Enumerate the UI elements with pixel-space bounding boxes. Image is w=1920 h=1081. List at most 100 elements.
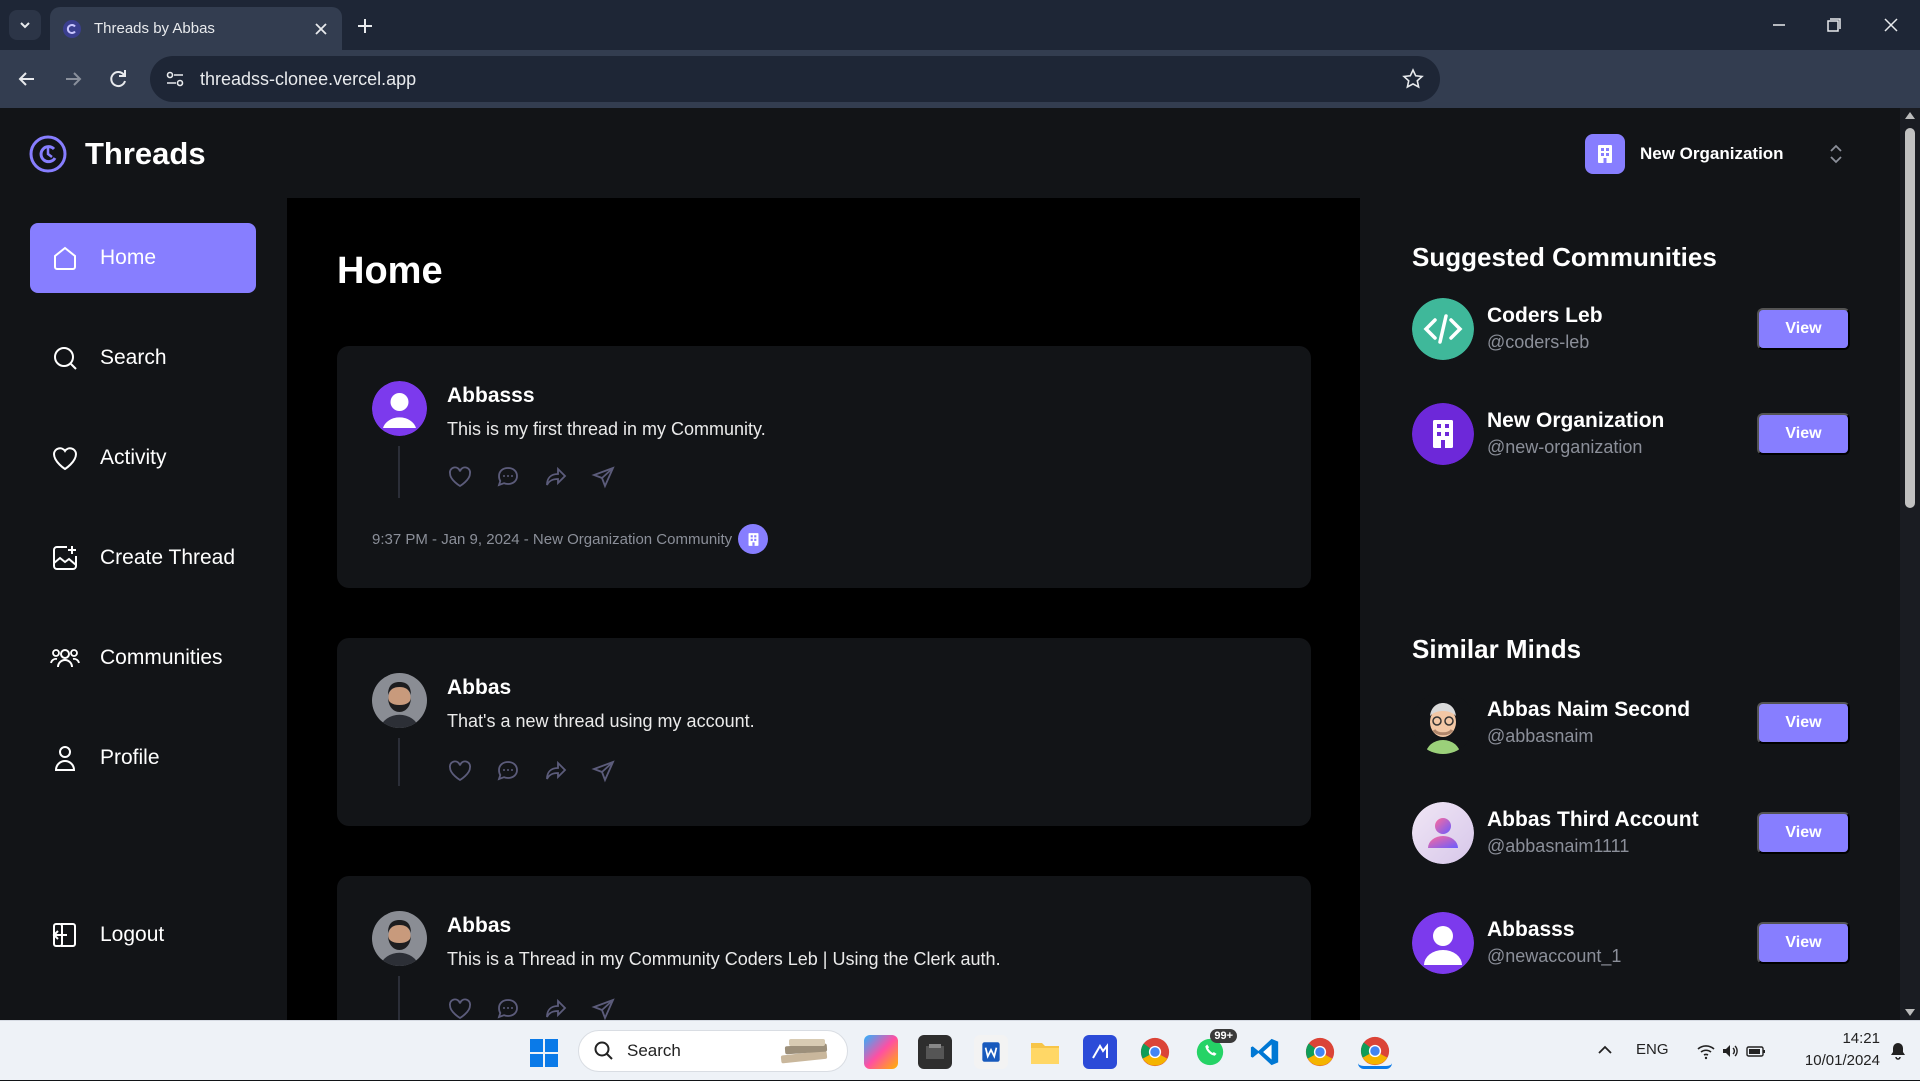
author-avatar[interactable]: [372, 911, 427, 966]
thread-meta[interactable]: 9:37 PM - Jan 9, 2024 - New Organization…: [372, 524, 769, 554]
taskbar-search-box[interactable]: Search: [578, 1030, 848, 1072]
clock-date[interactable]: 10/01/2024: [1788, 1052, 1880, 1069]
browser-toolbar: threadss-clonee.vercel.app A: [0, 50, 1920, 142]
community-avatar[interactable]: [738, 524, 769, 554]
user-avatar: [1412, 802, 1474, 864]
sidebar-item-search[interactable]: Search: [30, 323, 256, 393]
bookmark-star-icon[interactable]: [1402, 68, 1424, 90]
windows-start-icon[interactable]: [528, 1037, 560, 1069]
user-handle: @abbasnaim: [1487, 726, 1594, 746]
thread-content: This is a Thread in my Community Coders …: [447, 949, 1001, 969]
site-settings-icon[interactable]: [164, 68, 186, 90]
thread-author[interactable]: Abbas: [447, 914, 511, 938]
view-user-button[interactable]: View: [1757, 812, 1850, 854]
tab-search-button[interactable]: [9, 10, 41, 40]
scroll-down-arrow-icon[interactable]: [1905, 1009, 1915, 1016]
sidebar-item-profile[interactable]: Profile: [30, 723, 256, 793]
reload-icon[interactable]: [105, 66, 131, 92]
heart-icon: [50, 443, 80, 473]
reply-icon[interactable]: [495, 464, 521, 490]
sidebar-item-create-thread[interactable]: Create Thread: [30, 523, 256, 593]
user-name: Abbas Third Account: [1487, 808, 1699, 831]
brand-name[interactable]: Threads: [85, 136, 206, 172]
share-icon[interactable]: [591, 464, 617, 490]
home-icon: [50, 243, 80, 273]
share-icon[interactable]: [591, 758, 617, 784]
browser-tab[interactable]: Threads by Abbas: [50, 7, 342, 50]
like-heart-icon[interactable]: [447, 758, 473, 784]
copilot-app-icon[interactable]: [864, 1035, 898, 1069]
sidebar-item-home[interactable]: Home: [30, 223, 256, 293]
search-icon: [593, 1040, 615, 1062]
thread-author[interactable]: Abbasss: [447, 384, 535, 408]
scrollbar-thumb[interactable]: [1905, 128, 1915, 508]
file-explorer-app-icon[interactable]: [1028, 1035, 1062, 1069]
right-sidebar: Suggested Communities Coders Leb @coders…: [1360, 198, 1900, 1020]
url-text[interactable]: threadss-clonee.vercel.app: [200, 69, 416, 90]
threads-favicon-icon: [62, 19, 82, 39]
view-user-button[interactable]: View: [1757, 922, 1850, 964]
sidebar-item-label: Search: [100, 346, 167, 369]
minimize-icon[interactable]: [1766, 13, 1792, 37]
thread-card: Abbas That's a new thread using my accou…: [337, 638, 1311, 826]
sidebar-item-communities[interactable]: Communities: [30, 623, 256, 693]
community-avatar: [1412, 298, 1474, 360]
logout-button[interactable]: Logout: [30, 900, 256, 970]
view-user-button[interactable]: View: [1757, 702, 1850, 744]
reply-icon[interactable]: [495, 996, 521, 1020]
sidebar-item-activity[interactable]: Activity: [30, 423, 256, 493]
thread-connector-line: [398, 738, 400, 786]
author-avatar[interactable]: [372, 381, 427, 436]
logout-label: Logout: [100, 923, 165, 946]
clock-time[interactable]: 14:21: [1800, 1030, 1880, 1047]
thread-content: That's a new thread using my account.: [447, 711, 755, 731]
user-suggestion: Abbas Third Account @abbasnaim1111 View: [1412, 802, 1852, 864]
whatsapp-app-icon[interactable]: 99+: [1193, 1029, 1237, 1069]
reply-icon[interactable]: [495, 758, 521, 784]
community-name: Coders Leb: [1487, 304, 1603, 327]
page-scrollbar[interactable]: [1900, 108, 1920, 1020]
author-avatar[interactable]: [372, 673, 427, 728]
close-window-icon[interactable]: [1878, 13, 1904, 37]
view-community-button[interactable]: View: [1757, 308, 1850, 350]
share-icon[interactable]: [591, 996, 617, 1020]
file-manager-app-icon[interactable]: [918, 1035, 952, 1069]
new-tab-icon[interactable]: [352, 13, 378, 39]
wifi-icon[interactable]: [1696, 1041, 1716, 1061]
thread-author[interactable]: Abbas: [447, 676, 511, 700]
show-hidden-icons-chevron-icon[interactable]: [1596, 1041, 1614, 1059]
volume-icon[interactable]: [1720, 1041, 1740, 1061]
address-bar[interactable]: threadss-clonee.vercel.app: [150, 56, 1440, 102]
repost-icon[interactable]: [543, 758, 569, 784]
threads-logo-icon[interactable]: [28, 134, 68, 174]
back-icon[interactable]: [14, 66, 40, 92]
thread-actions: [447, 996, 639, 1020]
chrome-app-icon[interactable]: [1138, 1035, 1172, 1069]
vscode-app-icon[interactable]: [1248, 1035, 1282, 1069]
visual-studio-app-icon[interactable]: [1083, 1035, 1117, 1069]
whatsapp-unread-badge: 99+: [1210, 1029, 1237, 1043]
repost-icon[interactable]: [543, 464, 569, 490]
view-community-button[interactable]: View: [1757, 413, 1850, 455]
scroll-up-arrow-icon[interactable]: [1905, 112, 1915, 119]
notifications-bell-icon[interactable]: [1888, 1041, 1908, 1061]
search-highlight-books-icon: [775, 1037, 835, 1067]
chrome-profile-2-app-icon[interactable]: [1358, 1035, 1392, 1069]
word-app-icon[interactable]: [974, 1035, 1008, 1069]
thread-actions: [447, 464, 639, 490]
input-language[interactable]: ENG: [1636, 1041, 1669, 1058]
repost-icon[interactable]: [543, 996, 569, 1020]
restore-icon[interactable]: [1820, 13, 1846, 37]
windows-taskbar: Search 99+ ENG 14:21 10/01/2024: [0, 1020, 1920, 1080]
community-name: New Organization: [1487, 409, 1665, 432]
user-name: Abbasss: [1487, 918, 1575, 941]
user-avatar: [1412, 912, 1474, 974]
tab-title: Threads by Abbas: [94, 20, 215, 37]
like-heart-icon[interactable]: [447, 464, 473, 490]
organization-switcher[interactable]: New Organization: [1585, 133, 1845, 175]
forward-icon[interactable]: [60, 66, 86, 92]
like-heart-icon[interactable]: [447, 996, 473, 1020]
close-tab-icon[interactable]: [312, 20, 330, 38]
battery-icon[interactable]: [1746, 1041, 1766, 1061]
chrome-profile-1-app-icon[interactable]: [1303, 1035, 1337, 1069]
